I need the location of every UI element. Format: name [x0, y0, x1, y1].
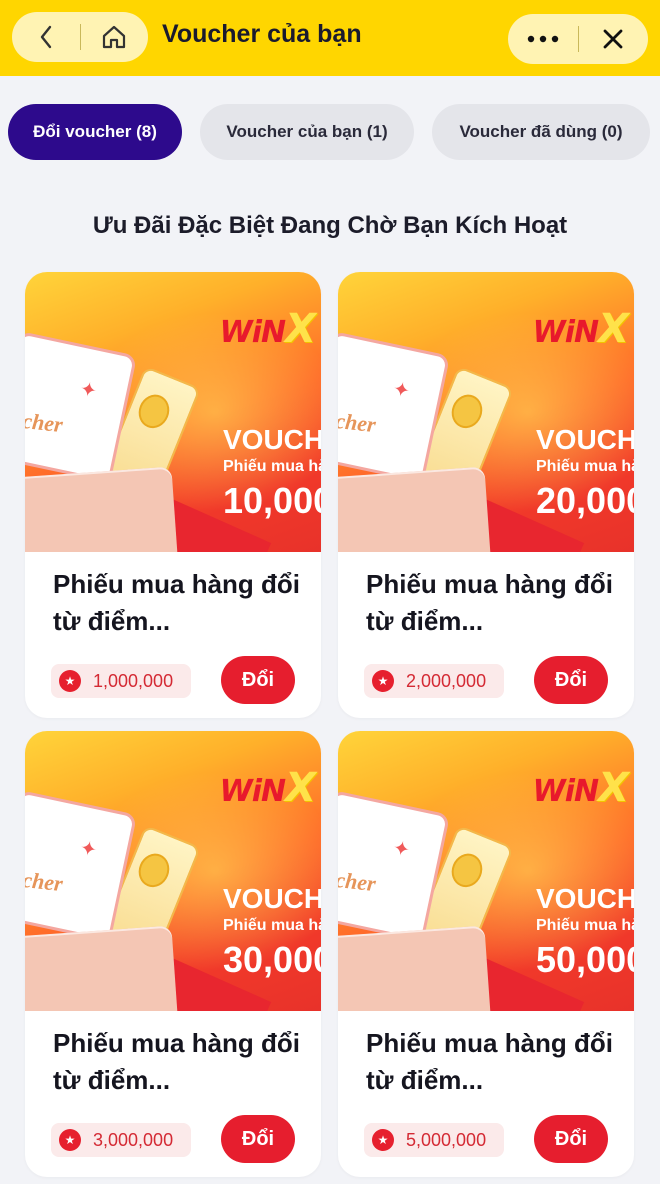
- voucher-subtitle: Phiếu mua hàng: [223, 917, 321, 934]
- page-title: Voucher của bạn: [162, 20, 362, 48]
- redeem-button[interactable]: Đổi: [221, 656, 295, 704]
- star-icon: ★: [372, 1129, 394, 1151]
- voucher-subtitle: Phiếu mua hàng: [536, 917, 634, 934]
- top-app-bar: Voucher của bạn: [0, 0, 660, 76]
- voucher-card[interactable]: ✦ ucher WiNX VOUCHER Phiếu mua hàng 10,0…: [25, 272, 321, 718]
- redeem-button[interactable]: Đổi: [221, 1115, 295, 1163]
- points-badge: ★ 1,000,000: [51, 664, 191, 698]
- voucher-image: ✦ ucher WiNX VOUCHER Phiếu mua hàng 30,0…: [25, 731, 321, 1011]
- points-value: 3,000,000: [93, 1129, 174, 1150]
- back-chevron-icon: [40, 25, 51, 49]
- winx-logo: WiNX: [219, 306, 316, 352]
- redeem-button[interactable]: Đổi: [534, 656, 608, 704]
- voucher-title: VOUCHER: [223, 424, 321, 455]
- close-button[interactable]: [579, 14, 649, 64]
- points-value: 2,000,000: [406, 670, 487, 691]
- points-value: 1,000,000: [93, 670, 174, 691]
- star-icon: ★: [59, 1129, 81, 1151]
- winx-logo: WiNX: [532, 306, 629, 352]
- star-icon: ★: [372, 670, 394, 692]
- winx-logo: WiNX: [219, 765, 316, 811]
- voucher-name: Phiếu mua hàng đổi từ điểm...: [366, 569, 614, 636]
- home-icon: [103, 25, 126, 49]
- more-dots-icon: [527, 35, 558, 43]
- winx-logo: WiNX: [532, 765, 629, 811]
- voucher-subtitle: Phiếu mua hàng: [536, 458, 634, 475]
- points-badge: ★ 5,000,000: [364, 1123, 504, 1157]
- voucher-tabs: Đổi voucher (8) Voucher của bạn (1) Vouc…: [8, 104, 660, 160]
- voucher-amount: 50,000: [536, 939, 634, 980]
- star-icon: ★: [59, 670, 81, 692]
- voucher-amount: 10,000: [223, 480, 321, 521]
- voucher-name: Phiếu mua hàng đổi từ điểm...: [53, 1028, 301, 1095]
- voucher-amount: 30,000: [223, 939, 321, 980]
- voucher-card[interactable]: ✦ ucher WiNX VOUCHER Phiếu mua hàng 20,0…: [338, 272, 634, 718]
- action-button-group: [508, 14, 648, 64]
- points-value: 5,000,000: [406, 1129, 487, 1150]
- voucher-name: Phiếu mua hàng đổi từ điểm...: [53, 569, 301, 636]
- nav-button-group: [12, 12, 148, 62]
- close-icon: [603, 29, 623, 49]
- more-button[interactable]: [508, 14, 578, 64]
- voucher-image: ✦ ucher WiNX VOUCHER Phiếu mua hàng 20,0…: [338, 272, 634, 552]
- points-badge: ★ 2,000,000: [364, 664, 504, 698]
- voucher-name: Phiếu mua hàng đổi từ điểm...: [366, 1028, 614, 1095]
- voucher-card[interactable]: ✦ ucher WiNX VOUCHER Phiếu mua hàng 50,0…: [338, 731, 634, 1177]
- redeem-button[interactable]: Đổi: [534, 1115, 608, 1163]
- section-title: Ưu Đãi Đặc Biệt Đang Chờ Bạn Kích Hoạt: [92, 212, 568, 239]
- back-button[interactable]: [12, 12, 80, 62]
- voucher-title: VOUCHER: [536, 424, 634, 455]
- voucher-image: ✦ ucher WiNX VOUCHER Phiếu mua hàng 50,0…: [338, 731, 634, 1011]
- tab-my-vouchers[interactable]: Voucher của bạn (1): [200, 104, 414, 160]
- points-badge: ★ 3,000,000: [51, 1123, 191, 1157]
- voucher-title: VOUCHER: [223, 883, 321, 914]
- voucher-title: VOUCHER: [536, 883, 634, 914]
- voucher-amount: 20,000: [536, 480, 634, 521]
- tab-used-vouchers[interactable]: Voucher đã dùng (0): [432, 104, 650, 160]
- voucher-subtitle: Phiếu mua hàng: [223, 458, 321, 475]
- voucher-card[interactable]: ✦ ucher WiNX VOUCHER Phiếu mua hàng 30,0…: [25, 731, 321, 1177]
- tab-redeem-voucher[interactable]: Đổi voucher (8): [8, 104, 182, 160]
- home-button[interactable]: [81, 12, 149, 62]
- voucher-image: ✦ ucher WiNX VOUCHER Phiếu mua hàng 10,0…: [25, 272, 321, 552]
